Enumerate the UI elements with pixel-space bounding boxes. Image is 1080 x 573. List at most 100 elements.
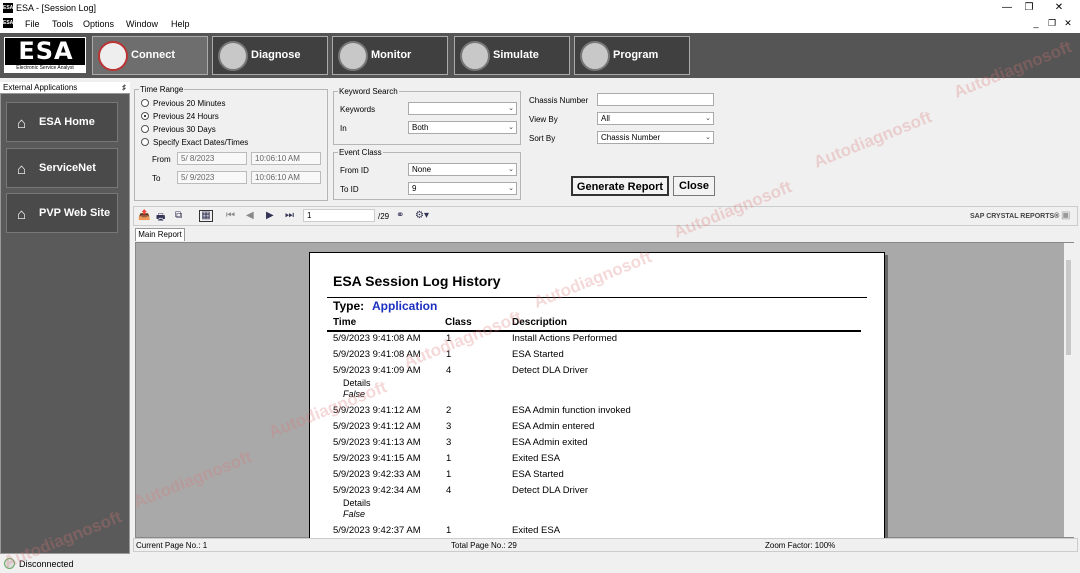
title-bar: ESA ESA - [Session Log] — ❐ ✕	[0, 0, 1080, 16]
nav-label: Diagnose	[251, 49, 301, 61]
minimize-icon[interactable]: —	[1000, 2, 1014, 13]
copy-icon[interactable]: ⧉	[175, 210, 182, 221]
ext-servicenet-button[interactable]: ⌂ ServiceNet	[6, 148, 118, 188]
radio-30days-label: Previous 30 Days	[153, 125, 216, 134]
row-details-label: Details	[343, 378, 371, 388]
from-id-value: None	[412, 165, 432, 174]
ext-pvp-button[interactable]: ⌂ PVP Web Site	[6, 193, 118, 233]
nav-diagnose-button[interactable]: Diagnose	[212, 36, 328, 75]
pin-icon[interactable]: ♯	[122, 82, 126, 94]
row-description: Detect DLA Driver	[512, 365, 589, 376]
home-icon: ⌂	[17, 206, 27, 223]
panel-icon[interactable]: ▣	[1061, 210, 1070, 221]
to-time-picker[interactable]: 10:06:10 AM	[251, 171, 321, 184]
radio-24hours[interactable]	[141, 112, 149, 120]
close-button[interactable]: Close	[673, 176, 715, 196]
simulate-icon	[460, 41, 490, 71]
row-time: 5/9/2023 9:41:15 AM	[333, 453, 421, 464]
next-page-icon[interactable]: ▶	[266, 210, 274, 221]
radio-20min[interactable]	[141, 99, 149, 107]
from-id-select[interactable]: None ⌄	[408, 163, 517, 176]
to-id-select[interactable]: 9 ⌄	[408, 182, 517, 195]
menu-help[interactable]: Help	[171, 19, 190, 29]
radio-30days[interactable]	[141, 125, 149, 133]
report-title: ESA Session Log History	[333, 273, 501, 289]
row-description: Exited ESA	[512, 525, 561, 536]
prev-page-icon[interactable]: ◀	[246, 210, 254, 221]
radio-20min-label: Previous 20 Minutes	[153, 99, 226, 108]
col-class-header: Class	[445, 317, 472, 328]
gauge-icon	[338, 41, 368, 71]
row-description: Detect DLA Driver	[512, 485, 589, 496]
toggle-tree-icon[interactable]: ▦	[199, 210, 213, 222]
connection-bar: Disconnected	[0, 556, 1080, 571]
nav-label: Program	[613, 49, 659, 61]
radio-24hours-label: Previous 24 Hours	[153, 112, 219, 121]
from-date-picker[interactable]: 5/ 8/2023	[177, 152, 247, 165]
menu-options[interactable]: Options	[83, 19, 114, 29]
export-icon[interactable]: 📤	[138, 210, 150, 221]
generate-report-button[interactable]: Generate Report	[571, 176, 669, 196]
mdi-restore-icon[interactable]: ❐	[1046, 18, 1058, 29]
row-class: 3	[446, 421, 452, 432]
binoculars-icon[interactable]: ⚭	[396, 210, 404, 221]
in-select[interactable]: Both ⌄	[408, 121, 517, 134]
home-icon: ⌂	[17, 161, 27, 178]
row-description: ESA Admin entered	[512, 421, 595, 432]
restore-icon[interactable]: ❐	[1022, 2, 1036, 13]
tab-main-report[interactable]: Main Report	[135, 228, 185, 241]
status-bar: Current Page No.: 1 Total Page No.: 29 Z…	[133, 538, 1078, 552]
nav-simulate-button[interactable]: Simulate	[454, 36, 570, 75]
col-desc-header: Description	[512, 317, 568, 328]
view-by-value: All	[601, 114, 610, 123]
zoom-icon[interactable]: ⚙▾	[415, 210, 429, 221]
menu-file[interactable]: File	[25, 19, 40, 29]
keywords-label: Keywords	[340, 105, 376, 114]
report-toolbar	[133, 206, 1078, 226]
ext-label: PVP Web Site	[39, 207, 111, 219]
mdi-minimize-icon[interactable]: _	[1030, 18, 1042, 28]
view-by-select[interactable]: All ⌄	[597, 112, 714, 125]
to-date-picker[interactable]: 5/ 9/2023	[177, 171, 247, 184]
sort-by-select[interactable]: Chassis Number ⌄	[597, 131, 714, 144]
nav-connect-button[interactable]: Connect	[92, 36, 208, 75]
sort-by-label: Sort By	[529, 134, 556, 143]
ext-label: ServiceNet	[39, 162, 96, 174]
nav-monitor-button[interactable]: Monitor	[332, 36, 448, 75]
to-time-value: 10:06:10 AM	[255, 173, 300, 182]
menu-window[interactable]: Window	[126, 19, 158, 29]
ext-esa-home-button[interactable]: ⌂ ESA Home	[6, 102, 118, 142]
first-page-icon[interactable]: ⏮	[226, 210, 235, 221]
row-details-label: Details	[343, 498, 371, 508]
nav-program-button[interactable]: Program	[574, 36, 690, 75]
esa-logo: ESA Electronic Service Analyst	[4, 37, 86, 73]
time-range-legend: Time Range	[140, 85, 184, 94]
row-time: 5/9/2023 9:42:37 AM	[333, 525, 421, 536]
close-window-icon[interactable]: ✕	[1052, 2, 1066, 13]
to-id-label: To ID	[340, 185, 359, 194]
radio-exact[interactable]	[141, 138, 149, 146]
row-time: 5/9/2023 9:41:08 AM	[333, 333, 421, 344]
row-time: 5/9/2023 9:42:33 AM	[333, 469, 421, 480]
last-page-icon[interactable]: ⏭	[285, 210, 294, 221]
chassis-input[interactable]	[597, 93, 714, 106]
from-time-picker[interactable]: 10:06:10 AM	[251, 152, 321, 165]
mdi-close-icon[interactable]: ✕	[1062, 18, 1074, 29]
page-number-input[interactable]: 1	[303, 209, 375, 222]
sort-by-value: Chassis Number	[601, 133, 661, 142]
in-label: In	[340, 124, 347, 133]
print-icon[interactable]: 🖶	[156, 210, 165, 227]
scrollbar-thumb[interactable]	[1066, 260, 1071, 355]
row-class: 1	[446, 525, 452, 536]
keywords-combo[interactable]: ⌄	[408, 102, 517, 115]
row-time: 5/9/2023 9:41:13 AM	[333, 437, 421, 448]
to-label: To	[152, 174, 161, 183]
row-time: 5/9/2023 9:41:08 AM	[333, 349, 421, 360]
row-details-value: False	[343, 509, 366, 519]
menu-tools[interactable]: Tools	[52, 19, 73, 29]
program-icon	[580, 41, 610, 71]
row-description: ESA Admin exited	[512, 437, 588, 448]
ext-label: ESA Home	[39, 116, 95, 128]
row-description: Exited ESA	[512, 453, 561, 464]
row-class: 1	[446, 333, 452, 344]
